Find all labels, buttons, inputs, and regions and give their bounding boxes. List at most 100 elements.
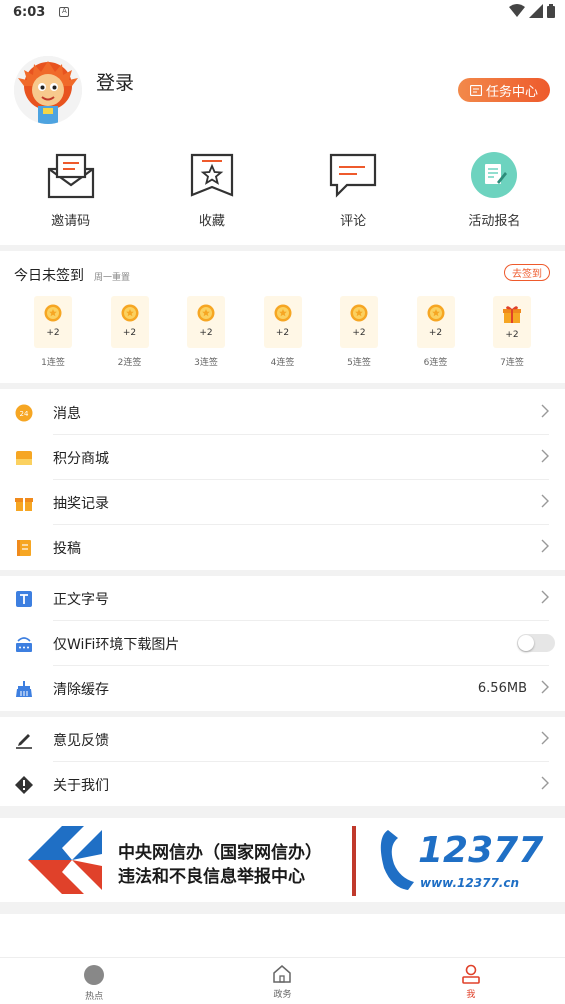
checkin-section: 今日未签到 周一重置 去签到 +2 1连签 +2 2连签 +2 3连签 +2 4…	[0, 252, 565, 382]
nav-label: 热点	[85, 992, 104, 1002]
quick-item-comments[interactable]: 评论	[283, 150, 424, 242]
task-card-icon	[469, 84, 482, 96]
menu-label: 关于我们	[53, 777, 109, 794]
quick-actions: 邀请码 收藏 评论 活动报名	[0, 150, 565, 242]
svg-text:24: 24	[20, 410, 29, 418]
day-points: +2	[505, 330, 519, 340]
menu-item-lottery-records[interactable]: 抽奖记录	[0, 480, 565, 525]
menu-label: 正文字号	[53, 591, 109, 608]
quick-label: 邀请码	[51, 214, 91, 229]
user-icon	[462, 964, 480, 984]
day-points: +2	[199, 328, 213, 338]
font-size-icon	[14, 589, 34, 609]
bottom-nav: 热点 政务 我	[0, 957, 565, 1004]
menu-item-clear-cache[interactable]: 清除缓存 6.56MB	[0, 666, 565, 711]
banner-url: www.12377.cn	[420, 876, 520, 890]
day-label: 7连签	[500, 358, 524, 368]
home-icon	[273, 965, 292, 983]
checkin-day: +2 7连签	[492, 296, 532, 368]
menu-label: 投稿	[53, 540, 81, 557]
coin-icon	[197, 304, 215, 322]
banner-line2: 违法和不良信息举报中心	[118, 867, 305, 887]
checkin-day: +2 1连签	[33, 296, 73, 368]
coin-icon	[427, 304, 444, 322]
menu-item-feedback[interactable]: 意见反馈	[0, 717, 565, 762]
checkin-day: +2 4连签	[263, 296, 303, 368]
quick-label: 活动报名	[468, 214, 521, 229]
chevron-right-icon	[541, 539, 549, 553]
coin-icon	[274, 304, 291, 322]
status-time: 6:03	[13, 4, 46, 20]
day-label: 5连签	[347, 358, 371, 368]
day-points: +2	[352, 328, 366, 338]
signup-icon	[469, 150, 519, 200]
wifi-icon	[509, 4, 525, 17]
hot-circle-icon	[84, 965, 105, 985]
chevron-right-icon	[541, 731, 549, 745]
checkin-title: 今日未签到	[14, 268, 84, 284]
day-points: +2	[122, 328, 137, 338]
menu-item-about[interactable]: 关于我们	[0, 762, 565, 807]
status-icons	[509, 4, 555, 18]
chevron-right-icon	[541, 404, 549, 418]
signal-icon	[529, 4, 543, 18]
section-separator	[0, 383, 565, 389]
info-diamond-icon	[14, 775, 34, 795]
nav-item-government[interactable]: 政务	[188, 958, 376, 1004]
task-center-button[interactable]: 任务中心	[458, 78, 550, 102]
checkin-day: +2 3连签	[186, 296, 226, 368]
banner-line1: 中央网信办（国家网信办）	[118, 843, 322, 863]
profile-section: 登录 任务中心	[0, 52, 565, 132]
banner-hotline: 12377	[418, 830, 544, 871]
task-center-label: 任务中心	[485, 84, 538, 100]
day-label: 2连签	[117, 358, 142, 368]
menu-label: 消息	[53, 405, 81, 422]
login-link[interactable]: 登录	[96, 68, 134, 95]
quick-label: 收藏	[198, 214, 225, 229]
day-label: 3连签	[194, 358, 218, 368]
wifi-only-toggle[interactable]	[517, 634, 555, 652]
menu-item-wifi-images[interactable]: 仅WiFi环境下载图片	[0, 621, 565, 666]
menu-item-points-mall[interactable]: 积分商城	[0, 435, 565, 480]
checkin-day: +2 5连签	[339, 296, 379, 368]
menu-item-font-size[interactable]: 正文字号	[0, 576, 565, 621]
chevron-right-icon	[541, 590, 549, 604]
quick-item-favorites[interactable]: 收藏	[141, 150, 282, 242]
coin-icon	[121, 304, 138, 322]
cache-size-value: 6.56MB	[477, 681, 527, 696]
menu-item-messages[interactable]: 24 消息	[0, 390, 565, 435]
notification-a-icon: A	[59, 7, 70, 17]
coin-icon	[44, 304, 62, 322]
submit-note-icon	[14, 538, 34, 558]
day-label: 6连签	[423, 358, 448, 368]
checkin-day: +2 2连签	[110, 296, 150, 368]
menu-label: 意见反馈	[53, 732, 109, 749]
nav-label: 我	[466, 990, 476, 1000]
quick-label: 评论	[340, 214, 367, 229]
quick-item-invite-code[interactable]: 邀请码	[0, 150, 141, 242]
report-center-banner[interactable]: 中央网信办（国家网信办） 违法和不良信息举报中心 12377 www.12377…	[0, 818, 565, 902]
quick-item-event-signup[interactable]: 活动报名	[424, 150, 565, 242]
lottery-gift-icon	[14, 493, 34, 513]
wifi-download-icon	[14, 634, 34, 654]
menu-label: 清除缓存	[53, 681, 109, 698]
battery-icon	[547, 4, 555, 18]
day-label: 1连签	[41, 358, 65, 368]
gift-icon	[503, 306, 521, 323]
day-label: 4连签	[270, 358, 295, 368]
day-points: +2	[428, 328, 443, 338]
points-mall-icon	[14, 448, 34, 468]
menu-item-submit[interactable]: 投稿	[0, 525, 565, 570]
section-separator	[0, 902, 565, 914]
menu-label: 抽奖记录	[53, 495, 109, 512]
checkin-button[interactable]: 去签到	[504, 264, 550, 281]
message-icon: 24	[14, 403, 34, 423]
checkin-days: +2 1连签 +2 2连签 +2 3连签 +2 4连签 +2 5连签 +2 6连…	[0, 296, 565, 368]
nav-item-me[interactable]: 我	[377, 958, 565, 1004]
section-separator	[0, 806, 565, 818]
pen-icon	[14, 730, 34, 750]
nav-item-hot[interactable]: 热点	[0, 958, 188, 1004]
broom-icon	[14, 679, 34, 699]
avatar[interactable]	[14, 56, 82, 124]
menu-label: 仅WiFi环境下载图片	[53, 636, 180, 653]
